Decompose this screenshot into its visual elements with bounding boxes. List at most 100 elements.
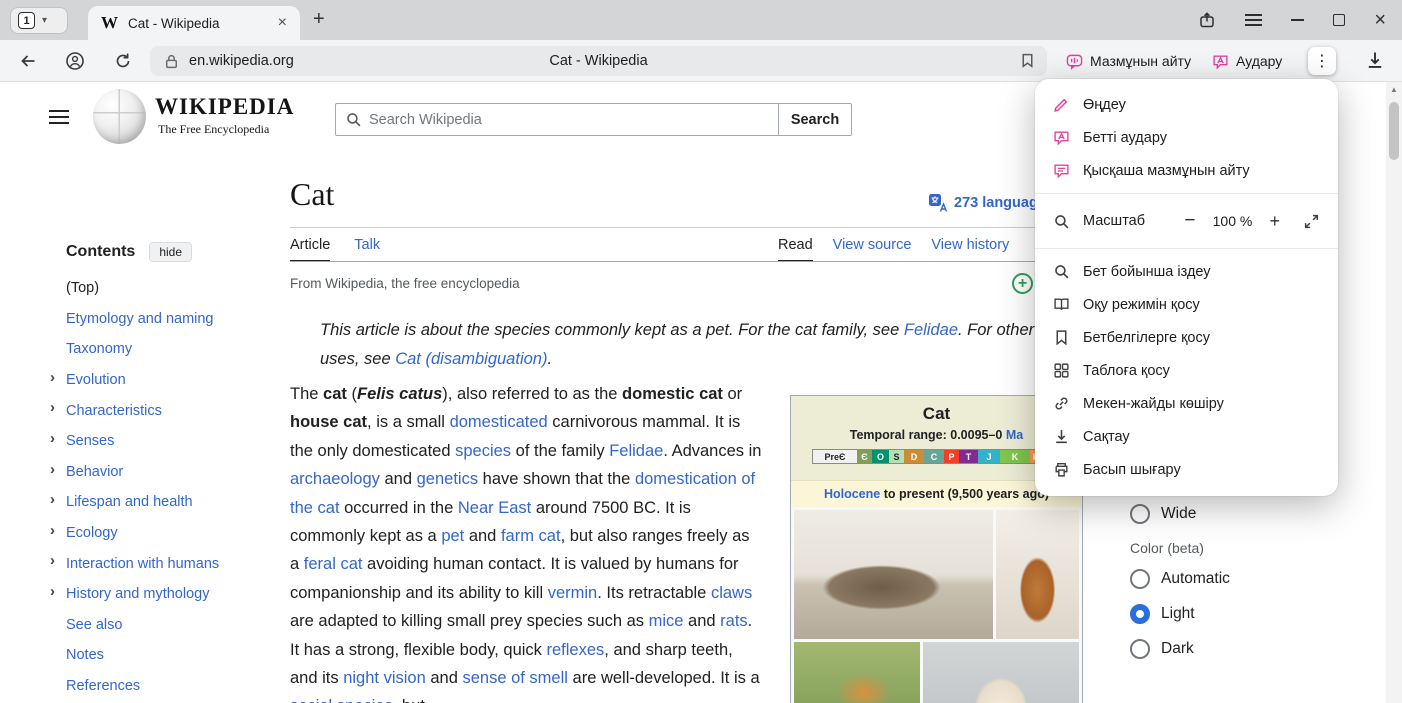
toc-expand-icon[interactable]: › xyxy=(50,461,55,478)
toc-item[interactable]: ›Lifespan and health xyxy=(48,487,263,518)
color-option-automatic[interactable]: Automatic xyxy=(1130,561,1360,596)
cat-photo-tabby-lying[interactable] xyxy=(794,510,993,639)
toc-item[interactable]: ›Ecology xyxy=(48,518,263,549)
minimize-button[interactable] xyxy=(1291,19,1304,21)
new-tab-button[interactable]: + xyxy=(313,8,325,31)
wikipedia-globe-logo[interactable] xyxy=(93,89,146,144)
maximize-button[interactable] xyxy=(1333,14,1345,26)
inline-link[interactable]: night vision xyxy=(343,669,426,687)
toc-expand-icon[interactable]: › xyxy=(50,491,55,508)
inline-link[interactable]: rats xyxy=(720,612,748,630)
scrollbar[interactable]: ▲ xyxy=(1386,82,1402,703)
wikipedia-wordmark[interactable]: WIKIPEDIA xyxy=(155,94,294,120)
inline-link[interactable]: farm cat xyxy=(501,527,561,545)
inline-link[interactable]: pet xyxy=(441,527,464,545)
cat-photo-grass[interactable] xyxy=(794,642,920,703)
tab-group-button[interactable]: 1 ▾ xyxy=(10,7,68,34)
menu-item[interactable]: Таблоға қосу xyxy=(1035,354,1338,387)
inline-link[interactable]: Felidae xyxy=(904,321,958,339)
toc-expand-icon[interactable]: › xyxy=(50,399,55,416)
inline-link[interactable]: sense of smell xyxy=(462,669,567,687)
toc-item[interactable]: ›Evolution xyxy=(48,365,263,396)
inline-link[interactable]: genetics xyxy=(417,470,478,488)
color-option-light[interactable]: Light xyxy=(1130,596,1360,631)
bookmark-flag-icon[interactable] xyxy=(1019,52,1036,69)
fullscreen-icon[interactable] xyxy=(1303,213,1320,230)
chevron-down-icon[interactable]: ▾ xyxy=(42,15,47,26)
inline-link[interactable]: species xyxy=(455,442,511,460)
toc-item[interactable]: Taxonomy xyxy=(48,334,263,365)
toc-item[interactable]: ›Senses xyxy=(48,426,263,457)
toc-item[interactable]: Etymology and naming xyxy=(48,304,263,335)
inline-link[interactable]: domesticated xyxy=(450,413,548,431)
radio-wide[interactable] xyxy=(1130,504,1150,524)
width-option-wide[interactable]: Wide xyxy=(1130,496,1360,531)
speak-content-button[interactable]: Мазмұнын айту xyxy=(1066,46,1191,76)
menu-item[interactable]: Бетті аудару xyxy=(1035,121,1338,154)
close-window-button[interactable]: × xyxy=(1374,10,1386,30)
inline-link[interactable]: Felidae xyxy=(609,442,663,460)
menu-item[interactable]: Қысқаша мазмұнын айту xyxy=(1035,154,1338,187)
cat-photo-sitting[interactable] xyxy=(996,510,1079,639)
zoom-out-button[interactable]: − xyxy=(1184,210,1195,232)
toc-item[interactable]: ›Characteristics xyxy=(48,395,263,426)
search-button[interactable]: Search xyxy=(778,103,852,136)
inline-link[interactable]: Holocene xyxy=(824,487,880,501)
menu-item[interactable]: Оқу режимін қосу xyxy=(1035,288,1338,321)
toc-hide-button[interactable]: hide xyxy=(149,242,192,262)
browser-menu-icon[interactable] xyxy=(1245,14,1262,16)
scrollbar-thumb[interactable] xyxy=(1389,102,1399,160)
main-menu-icon[interactable] xyxy=(49,110,69,112)
toc-item[interactable]: Notes xyxy=(48,640,263,671)
toc-expand-icon[interactable]: › xyxy=(50,552,55,569)
toc-expand-icon[interactable]: › xyxy=(50,369,55,386)
inline-link[interactable]: social species xyxy=(290,697,393,703)
toc-item[interactable]: ›History and mythology xyxy=(48,579,263,610)
menu-item[interactable]: Бетбелгілерге қосу xyxy=(1035,321,1338,354)
scroll-up-arrow[interactable]: ▲ xyxy=(1386,85,1402,94)
downloads-icon[interactable] xyxy=(1365,50,1385,70)
inline-link[interactable]: vermin xyxy=(548,584,598,602)
toc-item[interactable]: References xyxy=(48,671,263,702)
inline-link[interactable]: Ma xyxy=(1006,428,1023,442)
back-icon[interactable] xyxy=(18,51,38,71)
toc-item[interactable]: See also xyxy=(48,610,263,641)
toc-expand-icon[interactable]: › xyxy=(50,430,55,447)
wiki-tab-talk[interactable]: Talk xyxy=(354,237,380,262)
inline-link[interactable]: Near East xyxy=(458,499,531,517)
more-options-button[interactable]: ⋮ xyxy=(1308,47,1336,75)
zoom-in-button[interactable]: + xyxy=(1269,211,1280,232)
menu-item[interactable]: Өңдеу xyxy=(1035,88,1338,121)
reload-icon[interactable] xyxy=(113,51,133,71)
search-input[interactable] xyxy=(369,112,769,128)
translate-button[interactable]: Аудару xyxy=(1212,46,1282,76)
inline-link[interactable]: mice xyxy=(649,612,684,630)
radio-dark[interactable] xyxy=(1130,639,1150,659)
inline-link[interactable]: archaeology xyxy=(290,470,380,488)
wiki-tab-article[interactable]: Article xyxy=(290,237,330,262)
menu-item[interactable]: Басып шығару xyxy=(1035,453,1338,486)
wiki-tab-read[interactable]: Read xyxy=(778,237,813,262)
tab-close-icon[interactable]: × xyxy=(278,15,287,31)
wiki-tab-view-history[interactable]: View history xyxy=(931,237,1009,262)
browser-tab[interactable]: W Cat - Wikipedia × xyxy=(88,6,300,40)
inline-link[interactable]: Cat (disambiguation) xyxy=(395,350,547,368)
color-option-dark[interactable]: Dark xyxy=(1130,631,1360,666)
menu-item[interactable]: Мекен-жайды көшіру xyxy=(1035,387,1338,420)
toc-expand-icon[interactable]: › xyxy=(50,522,55,539)
toc-item[interactable]: ›Interaction with humans xyxy=(48,548,263,579)
inline-link[interactable]: feral cat xyxy=(304,555,363,573)
inline-link[interactable]: claws xyxy=(711,584,752,602)
menu-item[interactable]: Бет бойынша іздеу xyxy=(1035,255,1338,288)
inline-link[interactable]: reflexes xyxy=(547,641,605,659)
radio-automatic[interactable] xyxy=(1130,569,1150,589)
cat-photo-cream[interactable] xyxy=(923,642,1079,703)
address-bar[interactable]: Cat - Wikipedia en.wikipedia.org xyxy=(150,46,1047,76)
search-box[interactable] xyxy=(335,103,779,136)
wiki-tab-view-source[interactable]: View source xyxy=(833,237,912,262)
toc-item[interactable]: ›Behavior xyxy=(48,457,263,488)
radio-light[interactable] xyxy=(1130,604,1150,624)
menu-item[interactable]: Сақтау xyxy=(1035,420,1338,453)
profile-icon[interactable] xyxy=(65,51,85,71)
toc-expand-icon[interactable]: › xyxy=(50,583,55,600)
